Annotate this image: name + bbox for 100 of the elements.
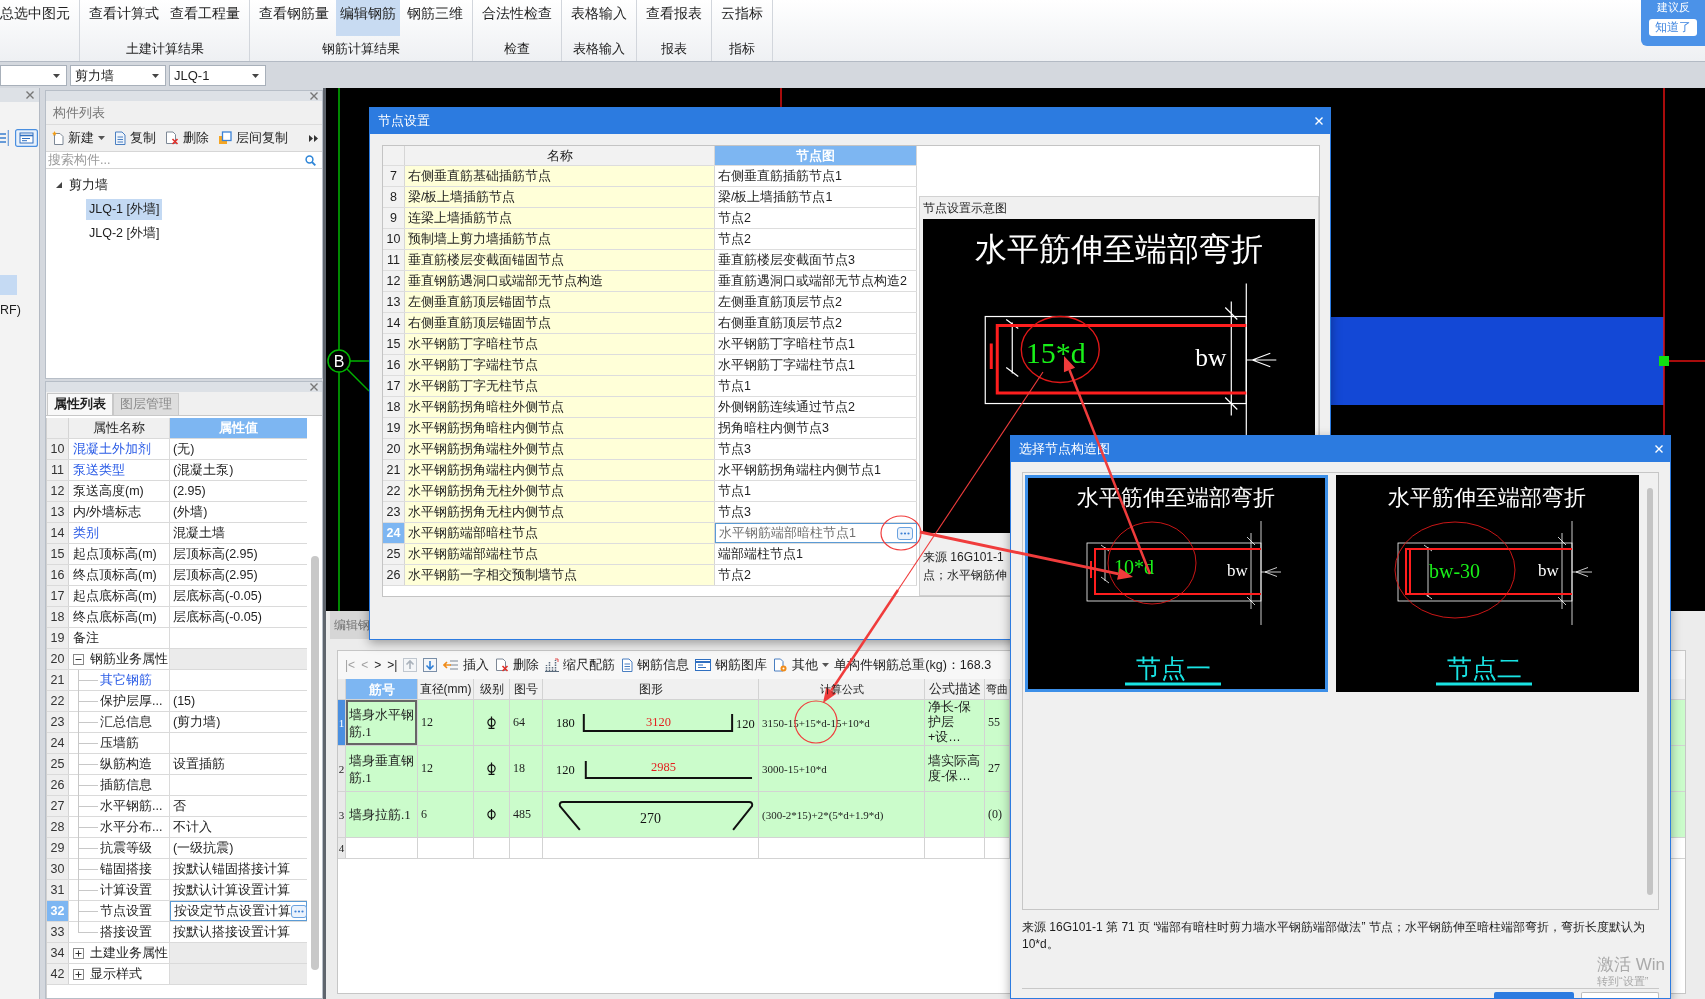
collapse-icon[interactable] bbox=[73, 653, 84, 665]
ribbon-button[interactable]: 表格输入 bbox=[567, 0, 631, 36]
property-link[interactable]: 类别 bbox=[73, 524, 99, 542]
new-button[interactable]: 新建 bbox=[52, 129, 105, 147]
close-button[interactable] bbox=[26, 91, 34, 99]
node-value: 拐角暗柱内侧节点3 bbox=[715, 418, 917, 438]
scrollbar[interactable] bbox=[1647, 488, 1653, 895]
got-it-button[interactable]: 知道了 bbox=[1649, 19, 1697, 36]
property-value: 否 bbox=[172, 797, 187, 815]
floor-label: RF) bbox=[0, 303, 21, 317]
ribbon-button[interactable]: 云指标 bbox=[717, 0, 767, 36]
browse-button[interactable] bbox=[897, 526, 913, 540]
property-link[interactable]: 泵送类型 bbox=[73, 461, 125, 479]
ribbon-button[interactable]: 查看工程量 bbox=[166, 0, 244, 36]
tree-item[interactable]: JLQ-2 [外墙] bbox=[86, 222, 163, 244]
activation-watermark-hint: 转到“设置” bbox=[1597, 975, 1649, 988]
ribbon-button[interactable]: 查看报表 bbox=[642, 0, 706, 36]
browse-button[interactable] bbox=[291, 904, 307, 918]
node-option-tile[interactable]: 水平筋伸至端部弯折 bw-30 bw 节点二 bbox=[1336, 475, 1639, 692]
property-value: 按默认搭接设置计算 bbox=[172, 923, 291, 941]
collapse-triangle-icon[interactable] bbox=[56, 182, 62, 188]
row-number: 10 bbox=[47, 439, 69, 459]
property-link[interactable]: 其它钢筋 bbox=[100, 671, 152, 689]
node-description: 来源 16G101-1 第 71 页 “端部有暗柱时剪力墙水平钢筋端部做法” 节点；水平钢筋伸至暗柱端部弯折，弯折长度默认为10*d。 bbox=[1022, 919, 1646, 953]
expand-icon[interactable] bbox=[73, 968, 84, 980]
property-name: 起点底标高(m) bbox=[73, 587, 157, 605]
ribbon-button[interactable]: 钢筋三维 bbox=[403, 0, 467, 36]
row-number: 16 bbox=[383, 355, 405, 375]
ellipsis-icon bbox=[900, 531, 910, 535]
search-icon[interactable] bbox=[305, 154, 316, 166]
info-button[interactable]: 钢筋信息 bbox=[618, 656, 693, 674]
ribbon-button[interactable]: 查看钢筋量 bbox=[255, 0, 333, 36]
rebar-grade-icon bbox=[486, 716, 497, 729]
row-number: 13 bbox=[383, 292, 405, 312]
row-number: 22 bbox=[47, 691, 69, 711]
row-number: 18 bbox=[383, 397, 405, 417]
column-header[interactable]: 图号 bbox=[510, 679, 543, 699]
property-value: 按默认锚固搭接计算 bbox=[172, 860, 291, 878]
property-value: 层底标高(-0.05) bbox=[172, 587, 263, 605]
dropdown[interactable]: 剪力墙 bbox=[70, 65, 166, 86]
close-button[interactable] bbox=[310, 92, 318, 100]
row-number: 25 bbox=[383, 544, 405, 564]
list-view-button[interactable] bbox=[0, 129, 9, 147]
popup-title: 建议反 bbox=[1656, 1, 1690, 13]
close-button[interactable] bbox=[310, 383, 318, 391]
row-number: 34 bbox=[47, 943, 69, 963]
row-number: 16 bbox=[47, 565, 69, 585]
ribbon-button[interactable]: 总选中图元 bbox=[0, 0, 74, 36]
other-button[interactable]: 其他 bbox=[770, 656, 833, 674]
setting-name: 水平钢筋拐角暗柱外侧节点 bbox=[405, 397, 715, 417]
property-value: (15) bbox=[172, 693, 197, 710]
column-header[interactable]: 直径(mm) bbox=[418, 679, 474, 699]
delete-button[interactable]: 删除 bbox=[492, 656, 543, 674]
tree-item[interactable]: JLQ-1 [外墙] bbox=[86, 198, 163, 220]
row-number: 13 bbox=[47, 502, 69, 522]
dropdown[interactable]: JLQ-1 bbox=[169, 65, 266, 86]
column-header[interactable]: 图形 bbox=[543, 679, 759, 699]
property-value-field[interactable]: 按设定节点设置计算 bbox=[170, 901, 307, 921]
ribbon-button[interactable]: 合法性检查 bbox=[478, 0, 556, 36]
row-number: 29 bbox=[47, 838, 69, 858]
activation-watermark-title: 激活 Win bbox=[1597, 955, 1665, 975]
copy-button[interactable]: 复制 bbox=[114, 129, 156, 147]
rebar-grade-icon bbox=[486, 762, 497, 775]
scale-button[interactable]: 缩尺配筋 bbox=[542, 656, 619, 674]
property-link[interactable]: 混凝土外加剂 bbox=[73, 440, 151, 458]
setting-name: 水平钢筋拐角端柱外侧节点 bbox=[405, 439, 715, 459]
node-select-field[interactable]: 水平钢筋端部暗柱节点1 bbox=[715, 523, 917, 543]
node-caption[interactable]: 节点一 bbox=[1135, 655, 1211, 682]
nav-button[interactable]: > bbox=[371, 658, 385, 672]
tree-item[interactable]: 剪力墙 bbox=[66, 174, 111, 196]
ribbon-button[interactable]: 编辑钢筋 bbox=[336, 0, 400, 36]
property-value: (一级抗震) bbox=[172, 839, 235, 857]
insert-button[interactable]: 插入 bbox=[440, 656, 493, 674]
delete-button[interactable]: 删除 bbox=[165, 129, 209, 147]
property-name: 内/外墙标志 bbox=[73, 503, 142, 521]
setting-name: 梁/板上墙插筋节点 bbox=[405, 187, 715, 207]
close-icon bbox=[310, 383, 318, 391]
dropdown[interactable] bbox=[0, 65, 67, 86]
column-header[interactable]: 级别 bbox=[474, 679, 510, 699]
list-icon bbox=[0, 129, 9, 147]
scrollbar[interactable] bbox=[311, 556, 319, 970]
form-view-button[interactable] bbox=[15, 129, 38, 147]
row-number: 42 bbox=[47, 964, 69, 984]
panel-tab[interactable]: 编辑钢 bbox=[330, 611, 369, 639]
node-value: 垂直筋楼层变截面节点3 bbox=[715, 250, 917, 270]
secondary-button[interactable] bbox=[1581, 992, 1659, 998]
row-number: 20 bbox=[47, 649, 69, 669]
node-caption[interactable]: 节点二 bbox=[1446, 655, 1522, 682]
ribbon-button[interactable]: 查看计算式 bbox=[85, 0, 163, 36]
column-header[interactable]: 公式描述 bbox=[925, 679, 985, 699]
property-name: 节点设置 bbox=[100, 902, 152, 920]
axis-label: B bbox=[333, 353, 345, 370]
row-number: 19 bbox=[47, 628, 69, 648]
rebar-name: 墙身拉筋.1 bbox=[346, 792, 418, 837]
expand-icon[interactable] bbox=[73, 947, 84, 959]
floor-copy-button[interactable]: 层间复制 bbox=[218, 129, 288, 147]
more-icon[interactable] bbox=[309, 134, 318, 142]
nav-button[interactable]: >| bbox=[384, 658, 401, 672]
panel-tab[interactable]: 属性列表 bbox=[47, 393, 113, 415]
library-button[interactable]: 钢筋图库 bbox=[692, 656, 771, 674]
